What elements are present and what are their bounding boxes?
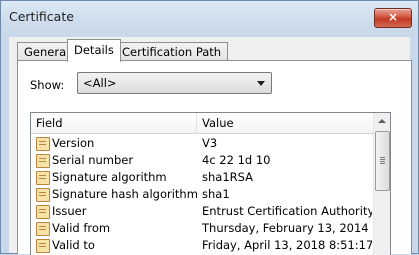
- close-button[interactable]: ×: [374, 8, 412, 28]
- certificate-field-icon: [36, 239, 50, 253]
- field-name: Serial number: [52, 153, 134, 167]
- column-header-value[interactable]: Value: [197, 113, 374, 134]
- field-value: sha1: [202, 187, 230, 201]
- grip-icon: [380, 157, 385, 158]
- field-value: Friday, April 13, 2018 8:51:17...: [202, 238, 372, 252]
- close-icon: ×: [387, 10, 399, 24]
- chevron-down-icon: [257, 81, 265, 86]
- fields-list[interactable]: Field Value Version V3 Serial number 4c …: [30, 112, 391, 255]
- tab-details[interactable]: Details: [67, 39, 121, 62]
- show-dropdown-value: <All>: [83, 76, 117, 90]
- field-name: Version: [52, 136, 95, 150]
- fields-rows: Version V3 Serial number 4c 22 1d 10 Sig…: [31, 135, 374, 254]
- certificate-field-icon: [36, 188, 50, 202]
- certificate-field-icon: [36, 171, 50, 185]
- list-item[interactable]: Signature algorithm sha1RSA: [31, 169, 374, 186]
- dialog-body: General Details Certification Path Show:…: [9, 37, 412, 255]
- field-value: Thursday, February 13, 2014 ...: [202, 221, 372, 235]
- scroll-up-button[interactable]: [374, 113, 390, 129]
- certificate-field-icon: [36, 222, 50, 236]
- certificate-dialog: Certificate × General Details Certificat…: [0, 0, 419, 255]
- field-value: sha1RSA: [202, 170, 254, 184]
- column-header-field[interactable]: Field: [31, 113, 197, 134]
- field-name: Signature algorithm: [52, 170, 167, 184]
- field-name: Valid from: [52, 221, 111, 235]
- certificate-field-icon: [36, 205, 50, 219]
- field-value: V3: [202, 136, 218, 150]
- list-item[interactable]: Issuer Entrust Certification Authority .…: [31, 203, 374, 220]
- certificate-field-icon: [36, 154, 50, 168]
- show-dropdown[interactable]: <All>: [77, 72, 272, 94]
- list-item[interactable]: Version V3: [31, 135, 374, 152]
- field-value: Entrust Certification Authority ...: [202, 204, 372, 218]
- scroll-thumb[interactable]: [375, 131, 390, 191]
- list-item[interactable]: Valid to Friday, April 13, 2018 8:51:17.…: [31, 237, 374, 254]
- field-name: Issuer: [52, 204, 87, 218]
- list-item[interactable]: Valid from Thursday, February 13, 2014 .…: [31, 220, 374, 237]
- window-title: Certificate: [9, 9, 74, 24]
- vertical-scrollbar[interactable]: [373, 113, 390, 255]
- field-name: Signature hash algorithm: [52, 187, 198, 201]
- tab-certification-path[interactable]: Certification Path: [115, 42, 229, 61]
- show-label: Show:: [30, 78, 65, 92]
- list-item[interactable]: Signature hash algorithm sha1: [31, 186, 374, 203]
- field-value: 4c 22 1d 10: [202, 153, 271, 167]
- details-panel: Show: <All> Field Value Version V3 Seria: [17, 60, 412, 255]
- list-item[interactable]: Serial number 4c 22 1d 10: [31, 152, 374, 169]
- certificate-field-icon: [36, 137, 50, 151]
- field-name: Valid to: [52, 238, 95, 252]
